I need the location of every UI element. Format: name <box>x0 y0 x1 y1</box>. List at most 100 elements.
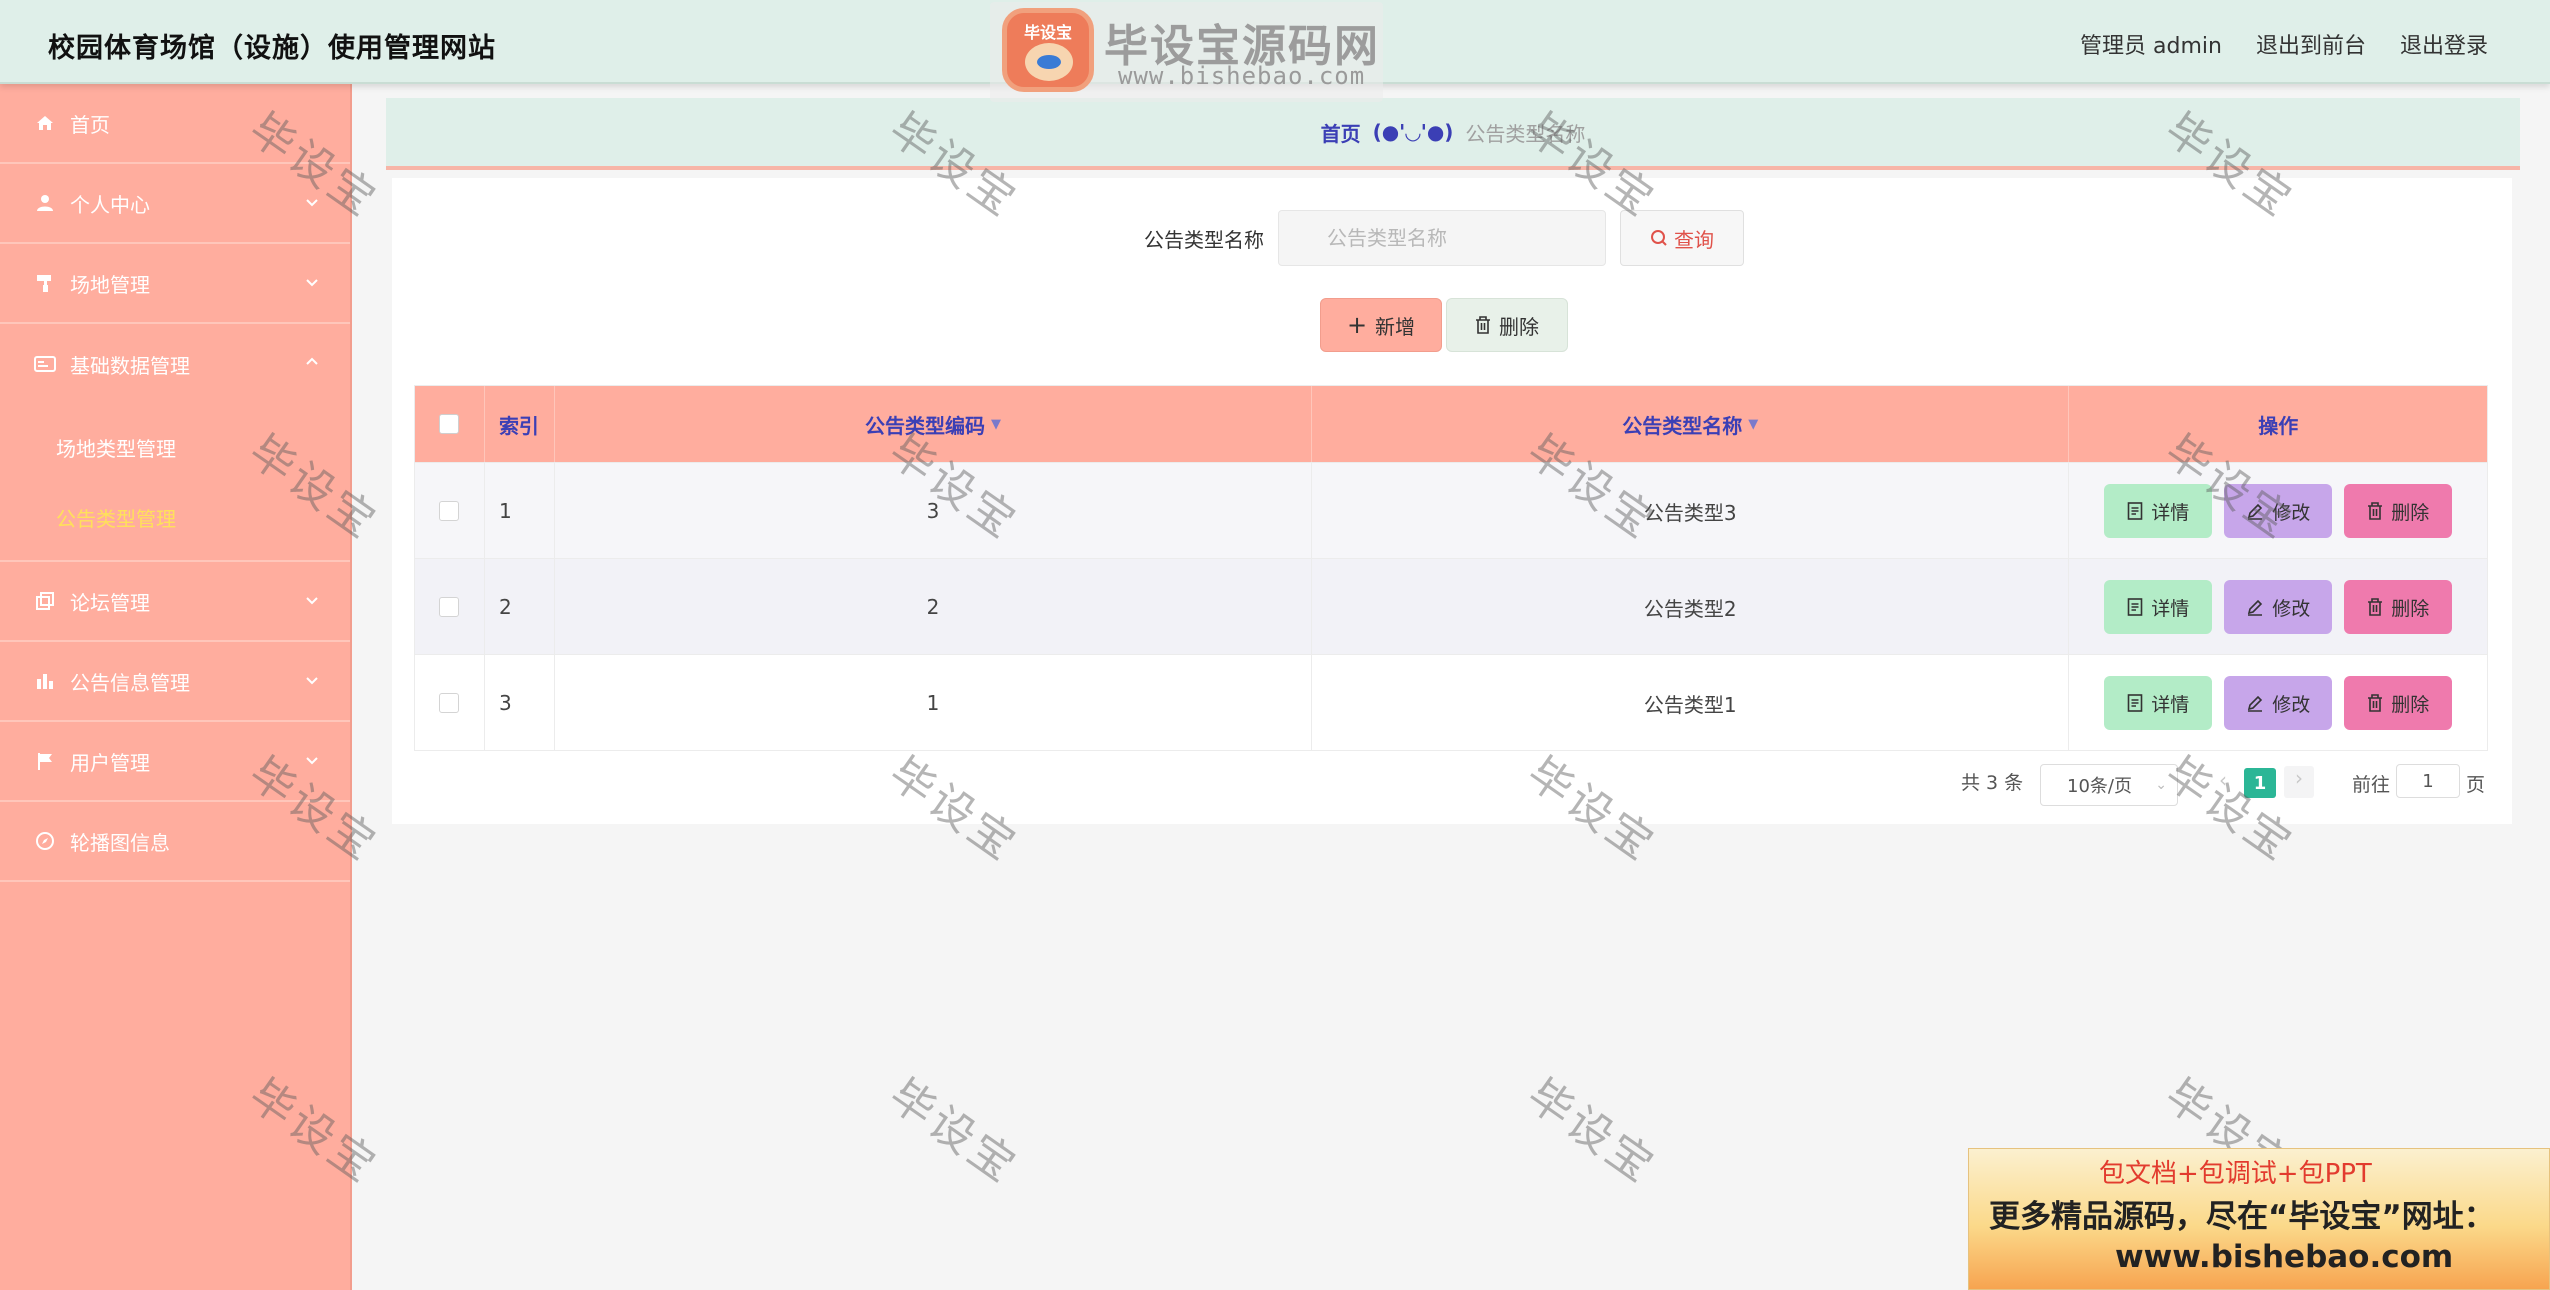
row-delete-button[interactable]: 删除 <box>2344 484 2453 538</box>
row-delete-button[interactable]: 删除 <box>2344 580 2453 634</box>
row-ops: 详情 修改 删除 <box>2069 559 2487 655</box>
sidebar-item-notice-info-management[interactable]: 公告信息管理 <box>0 642 350 722</box>
sidebar-item-notice-type-management[interactable]: 公告类型管理 <box>0 482 350 552</box>
row-checkbox[interactable] <box>439 501 460 521</box>
search-button[interactable]: 查询 <box>1620 210 1744 266</box>
row-index: 2 <box>485 559 555 655</box>
document-icon <box>2127 598 2143 616</box>
row-ops: 详情 修改 删除 <box>2069 463 2487 559</box>
page-suffix: 页 <box>2466 774 2486 796</box>
row-select-cell <box>415 655 485 751</box>
edit-button[interactable]: 修改 <box>2224 580 2333 634</box>
compass-icon <box>34 830 56 852</box>
chevron-down-icon <box>306 199 318 207</box>
basic-data-submenu: 场地类型管理 公告类型管理 <box>0 404 350 562</box>
page-size-value: 10条/页 <box>2067 776 2132 797</box>
notice-type-table: 索引 公告类型编码 ▼ 公告类型名称 ▼ 操作 1 3 公告类型3 详情 修改 <box>414 385 2488 751</box>
watermark-text: 毕设宝 <box>1517 1069 1666 1194</box>
batch-delete-button[interactable]: 删除 <box>1446 298 1568 352</box>
breadcrumb-home[interactable]: 首页 <box>1321 118 1361 147</box>
pagination-total: 共 3 条 <box>1961 772 2024 794</box>
plus-icon: + <box>1346 311 1368 339</box>
document-icon <box>2127 694 2143 712</box>
chevron-down-icon <box>306 597 318 605</box>
sidebar-item-label: 用户管理 <box>70 750 150 775</box>
edit-button-label: 修改 <box>2272 597 2311 620</box>
chevron-down-icon <box>306 677 318 685</box>
table-header: 索引 公告类型编码 ▼ 公告类型名称 ▼ 操作 <box>415 386 2487 462</box>
logout-link[interactable]: 退出登录 <box>2400 28 2488 60</box>
row-code: 2 <box>555 559 1313 655</box>
detail-button[interactable]: 详情 <box>2104 484 2213 538</box>
add-button[interactable]: + 新增 <box>1320 298 1442 352</box>
breadcrumb: 首页 (●'◡'●) 公告类型名称 <box>386 98 2520 170</box>
sidebar-item-label: 轮播图信息 <box>70 830 170 855</box>
detail-button-label: 详情 <box>2151 597 2190 620</box>
sidebar-item-home[interactable]: 首页 <box>0 84 350 164</box>
detail-button[interactable]: 详情 <box>2104 580 2213 634</box>
logo-badge-text: 毕设宝 <box>1023 23 1072 42</box>
trash-icon <box>1476 316 1490 334</box>
sidebar-item-carousel-info[interactable]: 轮播图信息 <box>0 802 350 882</box>
sidebar-item-basic-data-management[interactable]: 基础数据管理 <box>0 324 350 404</box>
search-button-label: 查询 <box>1674 227 1714 252</box>
header-ops-label: 操作 <box>2258 413 2299 438</box>
row-index: 3 <box>485 655 555 751</box>
sidebar: 首页 个人中心 场地管理 基础数据管理 场地类型管理 公告类型管理 论坛管理 公… <box>0 84 352 1290</box>
sidebar-item-venue-type-management[interactable]: 场地类型管理 <box>0 412 350 482</box>
trash-icon <box>2368 502 2383 520</box>
paint-roller-icon <box>34 272 56 294</box>
row-delete-button[interactable]: 删除 <box>2344 676 2453 730</box>
search-label: 公告类型名称 <box>1144 228 1264 252</box>
sidebar-item-user-management[interactable]: 用户管理 <box>0 722 350 802</box>
promo-banner[interactable]: 包文档+包调试+包PPT 更多精品源码，尽在“毕设宝”网址： www.bishe… <box>1968 1148 2550 1290</box>
edit-icon <box>2248 599 2263 616</box>
row-checkbox[interactable] <box>439 693 460 713</box>
detail-button[interactable]: 详情 <box>2104 676 2213 730</box>
admin-label: 管理员 admin <box>2080 34 2222 59</box>
sidebar-item-forum-management[interactable]: 论坛管理 <box>0 562 350 642</box>
trash-icon <box>2368 598 2383 616</box>
chevron-up-icon <box>306 357 318 365</box>
select-all-checkbox[interactable] <box>439 414 460 434</box>
back-to-front-link[interactable]: 退出到前台 <box>2256 28 2366 60</box>
home-icon <box>34 112 56 134</box>
goto-page-input[interactable] <box>2396 764 2460 798</box>
row-delete-label: 删除 <box>2391 693 2430 716</box>
header-name[interactable]: 公告类型名称 ▼ <box>1312 386 2070 462</box>
sidebar-item-label: 基础数据管理 <box>70 353 190 378</box>
row-name: 公告类型3 <box>1312 463 2070 559</box>
user-icon <box>34 192 56 214</box>
row-name: 公告类型1 <box>1312 655 2070 751</box>
search-icon <box>1651 230 1667 246</box>
search-input[interactable] <box>1278 210 1606 266</box>
edit-button[interactable]: 修改 <box>2224 484 2333 538</box>
header-code[interactable]: 公告类型编码 ▼ <box>555 386 1313 462</box>
chevron-down-icon: ⌄ <box>2155 777 2167 793</box>
edit-button[interactable]: 修改 <box>2224 676 2333 730</box>
edit-button-label: 修改 <box>2272 501 2311 524</box>
watermark-text: 毕设宝 <box>879 1069 1028 1194</box>
row-checkbox[interactable] <box>439 597 460 617</box>
sidebar-item-personal-center[interactable]: 个人中心 <box>0 164 350 244</box>
page-number-current[interactable]: 1 <box>2244 768 2276 798</box>
row-delete-label: 删除 <box>2391 501 2430 524</box>
row-select-cell <box>415 559 485 655</box>
top-header: 校园体育场馆（设施）使用管理网站 毕设宝 毕设宝源码网 www.bishebao… <box>0 0 2550 102</box>
document-icon <box>2127 502 2143 520</box>
row-delete-label: 删除 <box>2391 597 2430 620</box>
edit-icon <box>2248 503 2263 520</box>
next-page-button[interactable]: › <box>2284 766 2314 798</box>
header-code-label: 公告类型编码 <box>865 413 986 438</box>
row-index: 1 <box>485 463 555 559</box>
sort-caret-icon[interactable]: ▼ <box>991 417 1001 432</box>
promo-line-1: 包文档+包调试+包PPT <box>2099 1159 2372 1189</box>
edit-icon <box>2248 695 2263 712</box>
flag-icon <box>34 750 56 772</box>
promo-line-2: 更多精品源码，尽在“毕设宝”网址： <box>1989 1199 2495 1235</box>
page-size-select[interactable]: 10条/页 ⌄ <box>2040 764 2178 806</box>
sort-caret-icon[interactable]: ▼ <box>1748 417 1758 432</box>
prev-page-button[interactable]: ‹ <box>2210 768 2236 800</box>
row-select-cell <box>415 463 485 559</box>
sidebar-item-venue-management[interactable]: 场地管理 <box>0 244 350 324</box>
